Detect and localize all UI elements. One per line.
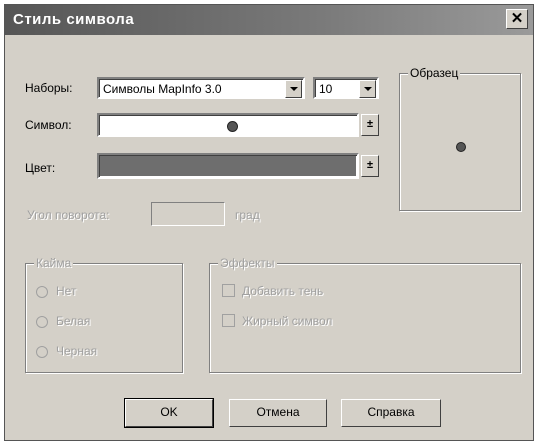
shadow-label: Добавить тень — [242, 284, 324, 298]
title-bar[interactable]: Стиль символа ✕ — [5, 5, 533, 35]
halo-black-label: Черная — [56, 344, 98, 358]
symbol-field[interactable] — [97, 113, 359, 137]
chevron-down-icon[interactable] — [359, 80, 376, 98]
halo-group: Кайма Нет Белая Черная — [25, 256, 183, 373]
halo-white-radio[interactable] — [36, 316, 48, 328]
symbol-picker-button[interactable]: ± — [361, 114, 379, 136]
bold-symbol-label: Жирный символ — [242, 314, 333, 328]
rotation-label: Угол поворота: — [27, 208, 110, 222]
chevron-down-icon[interactable] — [285, 80, 302, 98]
color-label: Цвет: — [25, 161, 56, 175]
sample-group: Образец — [399, 66, 521, 211]
sets-label: Наборы: — [25, 81, 73, 95]
bold-symbol-checkbox[interactable] — [222, 314, 235, 327]
help-button[interactable]: Справка — [341, 399, 441, 427]
halo-legend: Кайма — [34, 256, 74, 270]
symbol-label: Символ: — [25, 118, 72, 132]
color-picker-button[interactable]: ± — [361, 155, 379, 177]
color-swatch — [100, 156, 356, 176]
symbol-size-value: 10 — [319, 82, 333, 96]
symbol-set-select[interactable]: Символы MapInfo 3.0 — [97, 77, 305, 99]
shadow-checkbox[interactable] — [222, 284, 235, 297]
halo-white-label: Белая — [56, 314, 91, 328]
close-icon: ✕ — [510, 10, 524, 27]
rotation-unit: град — [235, 208, 260, 222]
symbol-set-value: Символы MapInfo 3.0 — [103, 82, 222, 96]
ok-button[interactable]: OK — [124, 398, 214, 428]
sample-legend: Образец — [408, 66, 461, 80]
expand-icon: ± — [366, 118, 374, 130]
cancel-button[interactable]: Отмена — [229, 399, 327, 427]
halo-none-radio[interactable] — [36, 286, 48, 298]
color-field[interactable] — [97, 153, 359, 179]
rotation-input[interactable] — [151, 202, 225, 226]
halo-black-radio[interactable] — [36, 346, 48, 358]
halo-none-label: Нет — [56, 284, 77, 298]
effects-group: Эффекты Добавить тень Жирный символ — [209, 256, 521, 373]
symbol-preview-dot — [227, 121, 238, 132]
symbol-size-select[interactable]: 10 — [313, 77, 379, 99]
expand-icon: ± — [366, 159, 374, 171]
sample-symbol-dot — [456, 142, 466, 152]
close-button[interactable]: ✕ — [506, 9, 528, 29]
effects-legend: Эффекты — [218, 256, 277, 270]
window-title: Стиль символа — [13, 11, 135, 28]
symbol-style-dialog: Стиль символа ✕ Наборы: Символы MapInfo … — [4, 4, 534, 441]
